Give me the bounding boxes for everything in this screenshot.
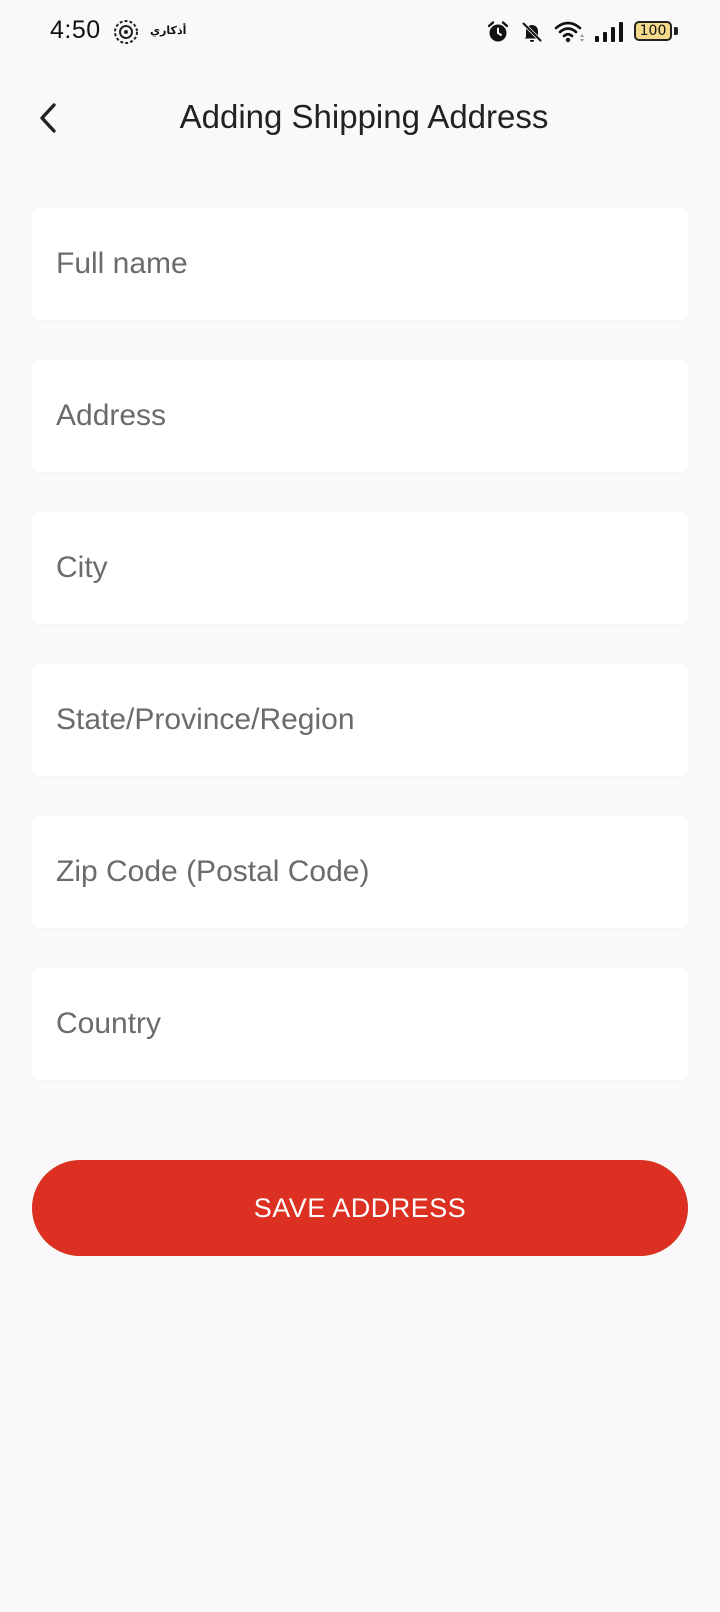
app-logo-icon	[112, 18, 140, 46]
status-bar: 4:50 أذكاري 100	[0, 0, 720, 64]
country-field	[32, 968, 688, 1080]
address-field	[32, 360, 688, 472]
full-name-input[interactable]	[32, 208, 688, 320]
zip-code-field	[32, 816, 688, 928]
alarm-icon	[486, 20, 510, 44]
bell-muted-icon	[520, 20, 544, 44]
state-province-region-field	[32, 664, 688, 776]
country-input[interactable]	[32, 968, 688, 1080]
wifi-icon	[554, 20, 584, 44]
save-address-label: SAVE ADDRESS	[253, 1192, 467, 1223]
shipping-address-form	[32, 208, 688, 1120]
app-bar: Adding Shipping Address	[0, 80, 720, 160]
page-title: Adding Shipping Address	[179, 98, 549, 135]
state-province-region-input[interactable]	[32, 664, 688, 776]
save-address-button[interactable]: SAVE ADDRESS	[32, 1160, 688, 1256]
zip-code-input[interactable]	[32, 816, 688, 928]
status-icons: 100	[486, 18, 678, 46]
full-name-field	[32, 208, 688, 320]
status-app-label: أذكاري	[150, 24, 187, 37]
signal-icon	[594, 20, 624, 44]
address-input[interactable]	[32, 360, 688, 472]
status-time: 4:50	[50, 16, 101, 44]
battery-level: 100	[639, 23, 667, 39]
battery-icon: 100	[634, 21, 678, 43]
city-field	[32, 512, 688, 624]
city-input[interactable]	[32, 512, 688, 624]
